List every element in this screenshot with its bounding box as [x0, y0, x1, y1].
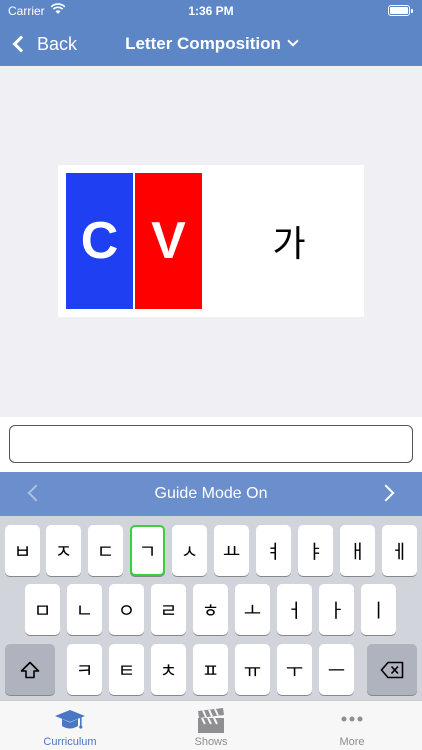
battery-icon [388, 5, 413, 16]
vowel-box: V [135, 173, 202, 309]
tab-label: More [339, 736, 365, 748]
key[interactable]: ㅕ [256, 525, 291, 576]
key[interactable]: ㅎ [193, 584, 228, 635]
tab-label: Shows [194, 736, 228, 748]
hangul-result: 가 [272, 224, 306, 265]
clock: 1:36 PM [188, 4, 234, 18]
page-title[interactable]: Letter Composition [0, 34, 422, 54]
key[interactable]: ㅜ [277, 644, 312, 695]
key[interactable]: ㅂ [5, 525, 40, 576]
key[interactable]: ㅑ [298, 525, 333, 576]
navigation-bar: Back Letter Composition [0, 22, 422, 66]
shift-key[interactable] [5, 644, 55, 695]
delete-icon [380, 661, 404, 679]
key[interactable]: ㅠ [235, 644, 270, 695]
key[interactable]: ㅐ [340, 525, 375, 576]
key[interactable]: ㅗ [235, 584, 270, 635]
page-title-text: Letter Composition [125, 34, 281, 53]
lesson-area: C V 가 [0, 66, 422, 417]
key[interactable]: ㅁ [25, 584, 60, 635]
key[interactable]: ㅏ [319, 584, 354, 635]
shift-icon [20, 661, 40, 679]
composition-card: C V 가 [58, 165, 364, 317]
key[interactable]: ㅍ [193, 644, 228, 695]
key[interactable]: ㅅ [172, 525, 207, 576]
guide-mode-label: Guide Mode On [154, 485, 268, 502]
chevron-down-icon [287, 35, 299, 47]
key[interactable]: ㅛ [214, 525, 249, 576]
key-highlighted[interactable]: ㄱ [130, 525, 165, 576]
key[interactable]: ㄷ [88, 525, 123, 576]
key[interactable]: ㅋ [67, 644, 102, 695]
key[interactable]: ㅇ [109, 584, 144, 635]
key[interactable]: ㅔ [382, 525, 417, 576]
guide-bar: Guide Mode On [0, 472, 422, 516]
key[interactable]: ㅌ [109, 644, 144, 695]
tab-more[interactable]: More [282, 701, 422, 750]
key[interactable]: ㅓ [277, 584, 312, 635]
answer-input[interactable] [9, 425, 413, 463]
key[interactable]: ㄴ [67, 584, 102, 635]
key[interactable]: ㅣ [361, 584, 396, 635]
key[interactable]: ㅈ [46, 525, 81, 576]
answer-strip [0, 417, 422, 472]
key[interactable]: ㄹ [151, 584, 186, 635]
status-bar: Carrier 1:36 PM [0, 0, 422, 22]
tab-bar: Curriculum Shows More [0, 700, 422, 750]
tab-shows[interactable]: Shows [141, 701, 281, 750]
key[interactable]: ㅡ [319, 644, 354, 695]
more-icon [339, 707, 365, 736]
tab-curriculum[interactable]: Curriculum [0, 701, 140, 750]
graduation-cap-icon [54, 707, 86, 738]
delete-key[interactable] [367, 644, 417, 695]
tab-label: Curriculum [43, 736, 97, 748]
hangul-keyboard: ㅂ ㅈ ㄷ ㄱ ㅅ ㅛ ㅕ ㅑ ㅐ ㅔ ㅁ ㄴ ㅇ ㄹ ㅎ ㅗ ㅓ ㅏ ㅣ ㅋ … [0, 516, 422, 700]
key[interactable]: ㅊ [151, 644, 186, 695]
consonant-box: C [66, 173, 133, 309]
